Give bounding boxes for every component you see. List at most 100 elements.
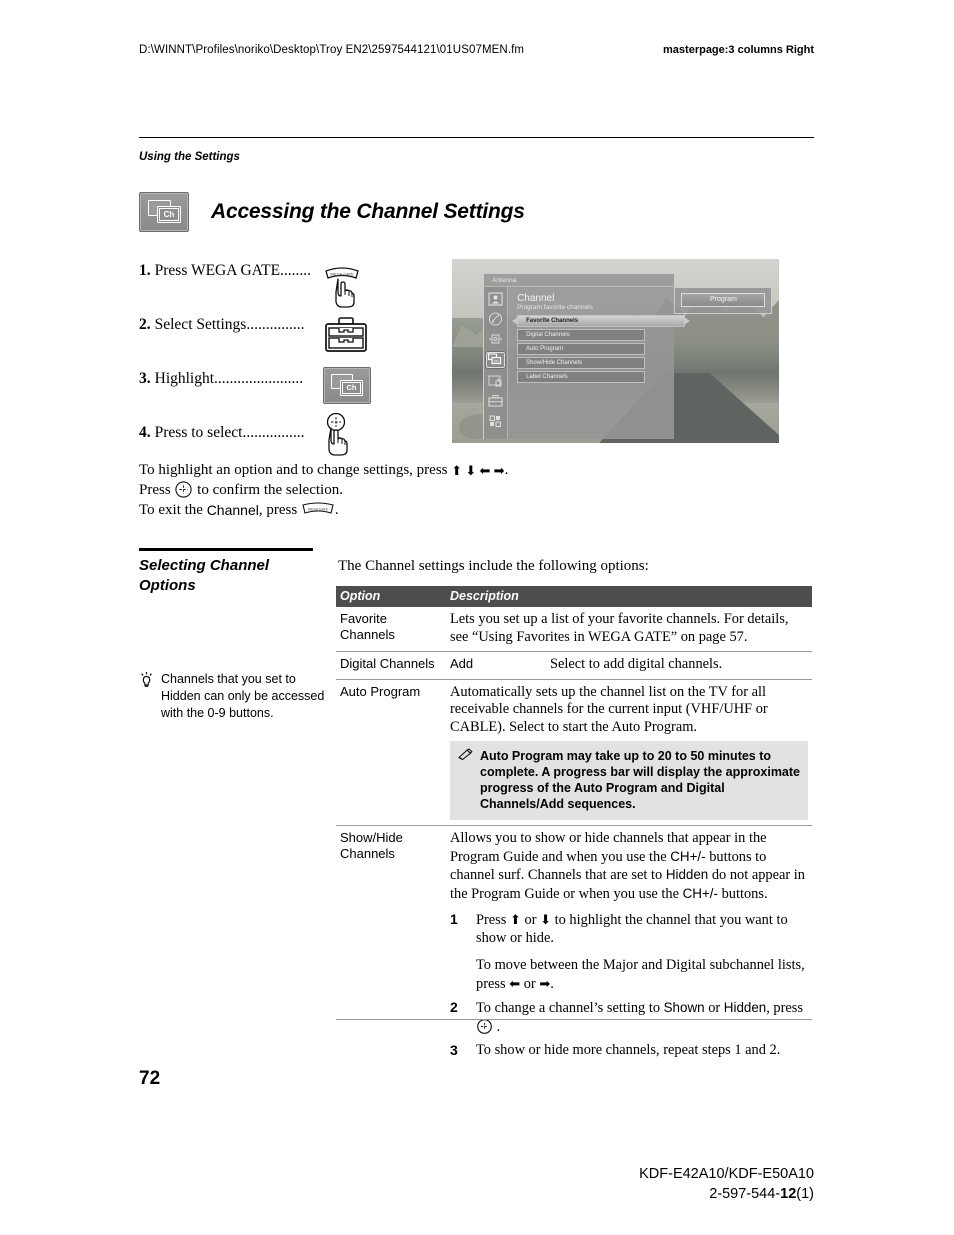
section-title: Selecting Channel Options bbox=[139, 557, 270, 594]
select-button-hand-icon bbox=[318, 412, 358, 460]
chapter-title-row: Ch Accessing the Channel Settings bbox=[139, 192, 525, 232]
substep-text: To show or hide more channels, repeat st… bbox=[476, 1042, 781, 1058]
lightbulb-tip-icon bbox=[139, 671, 154, 722]
tv-menu-heading: Channel bbox=[517, 292, 555, 304]
parental-lock-icon[interactable] bbox=[487, 374, 504, 388]
running-head: Using the Settings bbox=[139, 151, 240, 163]
substep-3: 3 To show or hide more channels, repeat … bbox=[450, 1042, 808, 1060]
toolbox-setup-icon[interactable] bbox=[487, 394, 504, 408]
arrow-down-icon: ⬇ bbox=[540, 912, 552, 927]
ch-icon-label: Ch bbox=[159, 208, 179, 221]
option-description: Lets you set up a list of your favorite … bbox=[450, 611, 789, 645]
tv-menu-panel: Antenna Ch Channel Program favorite chan… bbox=[483, 272, 691, 440]
svg-text:WEGA GATE: WEGA GATE bbox=[308, 508, 329, 512]
substep2-b: , press bbox=[766, 1000, 804, 1016]
afterpara-line-3: To exit the Channel , press WEGA GATE . bbox=[139, 501, 559, 520]
tv-menu-subheading: Program favorite channels bbox=[517, 303, 593, 311]
digital-channels-desc-text: Select to add digital channels. bbox=[550, 656, 723, 672]
blocks-icon[interactable] bbox=[487, 414, 504, 428]
tv-menu-item-label-channels[interactable]: Label Channels bbox=[517, 370, 646, 383]
footer-doc-suffix: (1) bbox=[796, 1186, 814, 1202]
option-description: Allows you to show or hide channels that… bbox=[446, 825, 812, 1071]
substep-number: 3 bbox=[450, 1042, 458, 1058]
step-text: Highlight....................... bbox=[154, 370, 304, 387]
afterpara-line-1: To highlight an option and to change set… bbox=[139, 461, 559, 480]
step-number: 1. bbox=[139, 262, 151, 279]
step-number: 2. bbox=[139, 316, 151, 333]
svg-text:WEGA GATE: WEGA GATE bbox=[330, 272, 354, 277]
palette-icon[interactable] bbox=[487, 312, 504, 326]
table-intro-text: The Channel settings include the followi… bbox=[338, 558, 649, 574]
footer-docnumber: 2-597-544-12(1) bbox=[639, 1184, 814, 1204]
substep2-a: To change a channel’s setting to bbox=[476, 1000, 661, 1016]
table-row-digital-channels: Digital Channels Add Select to add digita… bbox=[336, 651, 812, 679]
step-text: Press to select................ bbox=[154, 424, 305, 441]
tv-menu-body: Channel Program favorite channels Favori… bbox=[509, 287, 691, 440]
afterpara-line-2: Press to confirm the selection. bbox=[139, 480, 559, 501]
substep-text: To change a channel’s setting to Shown o… bbox=[476, 999, 803, 1036]
document-footer: KDF-E42A10/KDF-E50A10 2-597-544-12(1) bbox=[639, 1164, 814, 1204]
page-number: 72 bbox=[139, 1068, 161, 1089]
option-name: Favorite Channels bbox=[340, 611, 395, 642]
table-header-row: Option Description bbox=[336, 586, 812, 607]
hidden-term: Hidden bbox=[665, 867, 709, 882]
channel-ch-icon-step: Ch bbox=[323, 367, 371, 404]
tv-menu-item-digital-channels[interactable]: Digital Channels bbox=[517, 328, 646, 341]
tv-submenu-program-button[interactable]: Program bbox=[681, 292, 766, 307]
tv-submenu-panel: Program bbox=[674, 286, 773, 315]
select-button-icon bbox=[174, 480, 193, 501]
option-name: Auto Program bbox=[336, 678, 446, 826]
ch-icon-label: Ch bbox=[342, 382, 361, 394]
sh-desc-d: buttons. bbox=[721, 885, 768, 902]
masterpage-label: masterpage:3 columns Right bbox=[663, 44, 814, 56]
substep1-or: or bbox=[524, 912, 537, 928]
footer-model: KDF-E42A10/KDF-E50A10 bbox=[639, 1166, 814, 1182]
substep1-or2: or bbox=[523, 975, 536, 992]
table-row-show-hide-channels: Show/Hide Channels Allows you to show or… bbox=[336, 825, 812, 1071]
substep-1: 1 Press ⬆ or ⬇ to highlight the channel … bbox=[450, 911, 808, 993]
substep2-or: or bbox=[708, 1000, 721, 1016]
table-header-option: Option bbox=[336, 586, 446, 607]
show-hide-paragraph: Allows you to show or hide channels that… bbox=[450, 830, 808, 903]
afterpara-line1-end: . bbox=[504, 462, 509, 478]
file-path: D:\WINNT\Profiles\noriko\Desktop\Troy EN… bbox=[139, 44, 525, 56]
select-button-icon-2 bbox=[476, 1018, 497, 1035]
show-hide-substeps: 1 Press ⬆ or ⬇ to highlight the channel … bbox=[450, 911, 808, 1060]
afterpara-line2-b: to confirm the selection. bbox=[197, 482, 343, 498]
step-text: Select Settings............... bbox=[154, 316, 305, 333]
toolbox-settings-icon bbox=[323, 316, 369, 354]
substep1-b: to highlight the channel that you want t… bbox=[476, 912, 788, 946]
table-row-auto-program: Auto Program Automatically sets up the c… bbox=[336, 678, 812, 826]
svg-text:Ch: Ch bbox=[494, 359, 499, 363]
arrow-up-icon: ⬆ bbox=[510, 912, 521, 927]
person-icon[interactable] bbox=[487, 292, 504, 306]
direction-arrows-icon: ⬆ ⬇ ⬅ ➡ bbox=[451, 463, 505, 478]
tv-menu-item-auto-program[interactable]: Auto Program bbox=[517, 342, 646, 355]
speaker-icon[interactable] bbox=[487, 332, 504, 346]
afterpara-line3-end: . bbox=[334, 502, 339, 518]
step-text: Press WEGA GATE........ bbox=[154, 262, 312, 279]
footer-doc-prefix: 2-597-544- bbox=[709, 1186, 781, 1202]
auto-program-note-text: Auto Program may take up to 20 to 50 min… bbox=[480, 749, 800, 811]
option-name: Show/Hide Channels bbox=[336, 825, 446, 1071]
substep-text: Press ⬆ or ⬇ to highlight the channel th… bbox=[476, 911, 808, 993]
channel-ch-icon[interactable]: Ch bbox=[486, 351, 506, 368]
substep1-d: . bbox=[550, 975, 554, 992]
option-name: Digital Channels bbox=[336, 651, 446, 679]
auto-program-note: Auto Program may take up to 20 to 50 min… bbox=[450, 741, 808, 820]
afterpara-line1-text: To highlight an option and to change set… bbox=[139, 462, 448, 478]
table-row-favorite-channels: Favorite Channels Lets you set up a list… bbox=[336, 607, 812, 652]
afterpara-line3-a: To exit the bbox=[139, 502, 203, 518]
tv-menu-item-favorite-channels[interactable]: Favorite Channels bbox=[512, 314, 691, 327]
step-number: 3. bbox=[139, 370, 151, 387]
tv-menu-item-show-hide-channels[interactable]: Show/Hide Channels bbox=[517, 356, 646, 369]
channel-term: Channel bbox=[206, 502, 259, 518]
section-rule bbox=[139, 548, 313, 551]
channel-ch-icon: Ch bbox=[139, 192, 189, 232]
option-description: Automatically sets up the channel list o… bbox=[446, 678, 812, 826]
after-steps-paragraph: To highlight an option and to change set… bbox=[139, 461, 559, 520]
channel-options-table: Option Description Favorite Channels Let… bbox=[336, 586, 812, 1071]
table-header-description: Description bbox=[446, 586, 812, 607]
auto-program-description: Automatically sets up the channel list o… bbox=[450, 683, 768, 735]
tv-menu-icon-rail: Ch bbox=[484, 286, 509, 440]
